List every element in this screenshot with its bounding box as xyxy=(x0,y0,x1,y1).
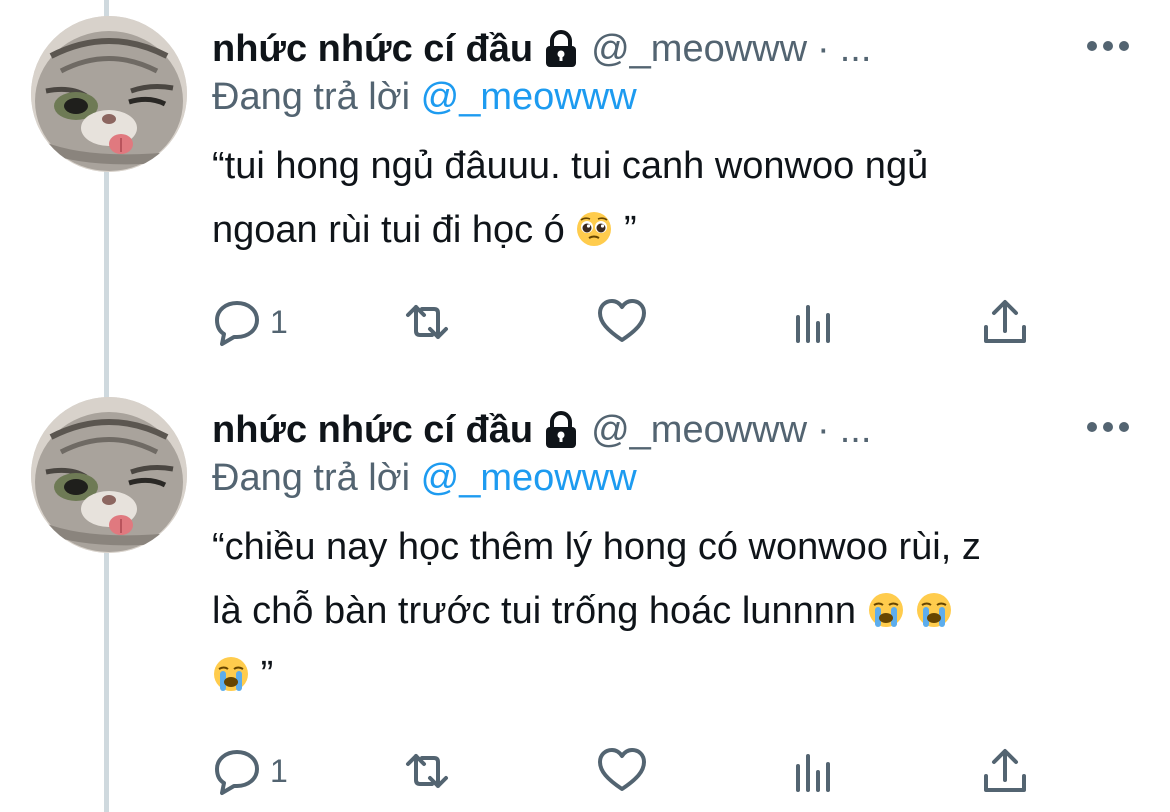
separator-dot: · xyxy=(817,409,830,451)
tweet-text: “tui hong ngủ đâuuu. tui canh wonwoo ngủ… xyxy=(212,134,1112,262)
truncated-timestamp: ... xyxy=(839,409,872,451)
cat-avatar-image xyxy=(31,16,187,172)
tweet-actions: 1 xyxy=(212,741,1042,801)
tweet-text-line: là chỗ bàn trước tui trống hoác lunnnn xyxy=(212,579,1112,643)
tweet-text-closing-quote: ” xyxy=(260,654,274,696)
replying-label: Đang trả lời xyxy=(212,457,411,499)
like-button[interactable] xyxy=(597,292,647,352)
analytics-button[interactable] xyxy=(790,292,840,352)
tweet-header: nhức nhức cí đầu @_meowww · ... xyxy=(212,403,871,457)
tweet-text-line: “chiều nay học thêm lý hong có wonwoo rù… xyxy=(212,526,981,568)
reply-button[interactable]: 1 xyxy=(212,741,288,801)
analytics-icon xyxy=(796,305,830,343)
retweet-icon xyxy=(406,754,448,788)
tweet-actions: 1 xyxy=(212,292,1042,352)
heart-icon xyxy=(598,299,646,342)
heart-icon xyxy=(598,748,646,791)
display-name[interactable]: nhức nhức cí đầu xyxy=(212,22,533,76)
replying-to-line: Đang trả lời @_meowww xyxy=(212,72,637,122)
avatar[interactable] xyxy=(31,16,187,172)
tweet-text-segment: là chỗ bàn trước tui trống hoác lunnnn xyxy=(212,590,856,632)
user-handle[interactable]: @_meowww xyxy=(591,403,807,457)
share-icon xyxy=(984,749,1026,792)
cat-avatar-image xyxy=(31,397,187,553)
retweet-button[interactable] xyxy=(402,741,452,801)
loudly-crying-face-emoji xyxy=(917,593,952,627)
tweet-text-closing-quote: ” xyxy=(623,209,637,251)
replying-to-line: Đang trả lời @_meowww xyxy=(212,453,637,503)
reply-icon xyxy=(215,750,259,795)
replying-to-handle[interactable]: @_meowww xyxy=(421,76,637,118)
share-button[interactable] xyxy=(980,292,1030,352)
share-button[interactable] xyxy=(980,741,1030,801)
tweet[interactable]: nhức nhức cí đầu @_meowww · ... Đang trả… xyxy=(0,0,1170,390)
retweet-button[interactable] xyxy=(402,292,452,352)
replying-label: Đang trả lời xyxy=(212,76,411,118)
analytics-button[interactable] xyxy=(790,741,840,801)
retweet-icon xyxy=(406,305,448,339)
more-options-icon[interactable] xyxy=(1086,40,1130,52)
reply-count: 1 xyxy=(270,303,288,340)
lock-icon xyxy=(546,30,577,67)
display-name[interactable]: nhức nhức cí đầu xyxy=(212,403,533,457)
tweet-header: nhức nhức cí đầu @_meowww · ... xyxy=(212,22,871,76)
replying-to-handle[interactable]: @_meowww xyxy=(421,457,637,499)
tweet-text: “chiều nay học thêm lý hong có wonwoo rù… xyxy=(212,515,1112,707)
pleading-face-emoji xyxy=(577,212,612,246)
truncated-timestamp: ... xyxy=(839,28,872,70)
loudly-crying-face-emoji xyxy=(214,657,248,691)
user-handle[interactable]: @_meowww xyxy=(591,22,807,76)
separator-dot: · xyxy=(817,28,830,70)
like-button[interactable] xyxy=(597,741,647,801)
tweet[interactable]: nhức nhức cí đầu @_meowww · ... Đang trả… xyxy=(0,381,1170,795)
loudly-crying-face-emoji xyxy=(868,593,903,627)
share-icon xyxy=(984,300,1026,343)
tweet-text-line: “tui hong ngủ đâuuu. tui canh wonwoo ngủ xyxy=(212,145,929,187)
more-options-icon[interactable] xyxy=(1086,421,1130,433)
tweet-text-line: ” xyxy=(212,643,1112,707)
reply-count: 1 xyxy=(270,752,288,789)
tweet-text-line: ngoan rùi tui đi học ó ” xyxy=(212,198,1112,262)
lock-icon xyxy=(546,411,577,448)
reply-button[interactable]: 1 xyxy=(212,292,288,352)
reply-icon xyxy=(215,301,259,346)
avatar[interactable] xyxy=(31,397,187,553)
analytics-icon xyxy=(796,754,830,792)
tweet-text-segment: ngoan rùi tui đi học ó xyxy=(212,209,565,251)
